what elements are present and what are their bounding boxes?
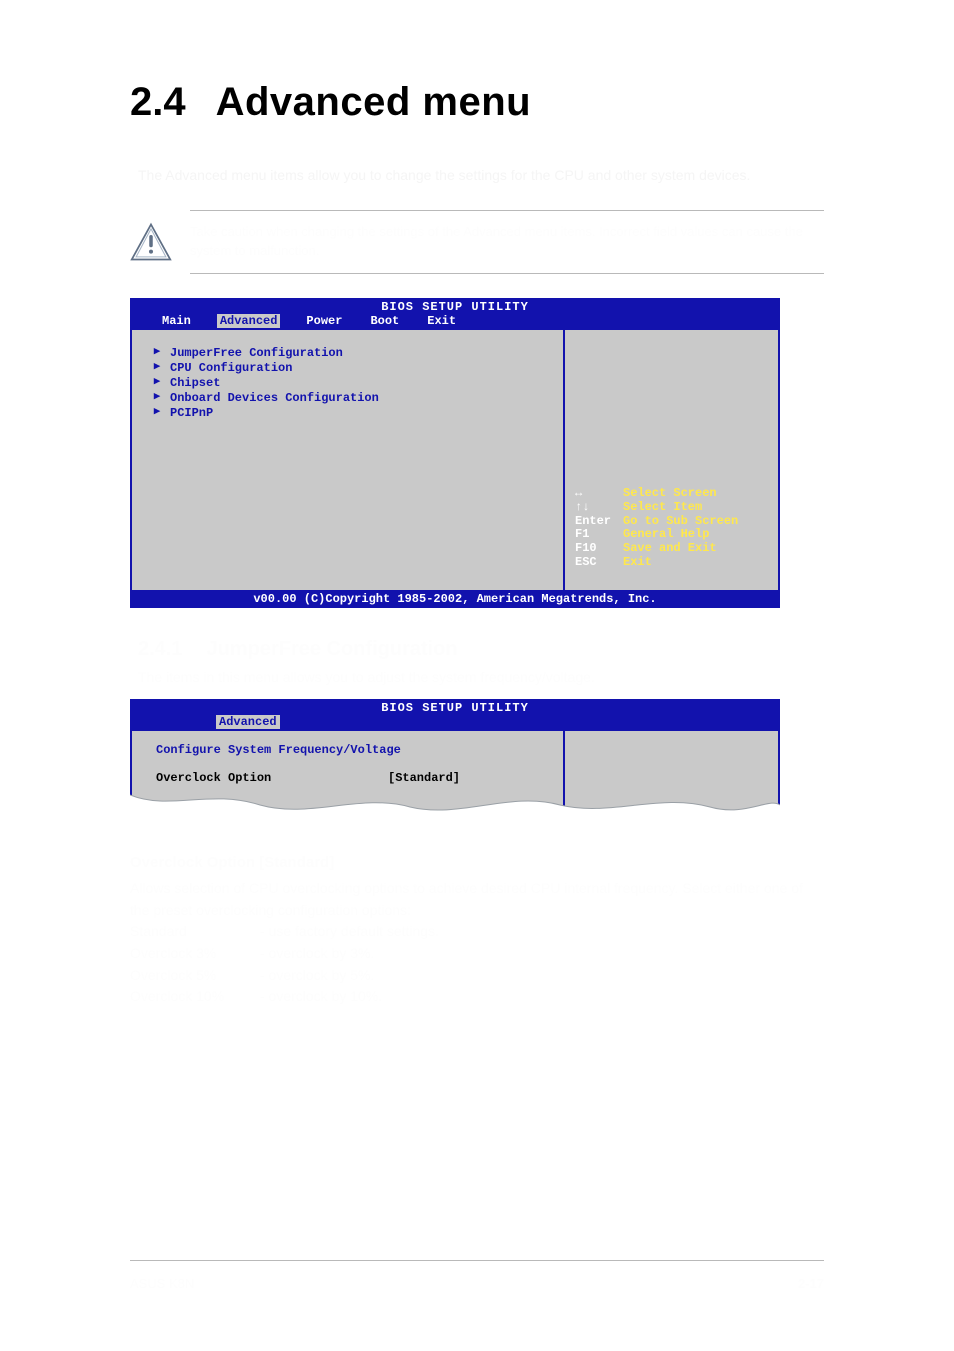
subsection-intro: The items in this menu allows you to adj…	[138, 669, 824, 685]
bios-right-panel	[563, 731, 778, 815]
option-row: Standard- use factory default settings.	[130, 921, 824, 943]
nav-row: ESCExit	[575, 556, 768, 570]
tab-power[interactable]: Power	[304, 314, 344, 328]
option-name: Standard	[130, 921, 260, 943]
nav-desc: Exit	[623, 556, 652, 570]
option-value: [Standard]	[388, 771, 460, 785]
option-text: - overclock by 5%.	[260, 967, 374, 983]
tab-advanced[interactable]: Advanced	[216, 715, 280, 729]
bios-screen-jumperfree: BIOS SETUP UTILITY Advanced Configure Sy…	[130, 699, 780, 815]
option-label: Overclock Option	[156, 771, 388, 785]
nav-row: F1General Help	[575, 528, 768, 542]
bios-left-panel: Configure System Frequency/Voltage Overc…	[132, 731, 563, 815]
bios-body: ▶ JumperFree Configuration ▶ CPU Configu…	[130, 330, 780, 590]
option-row[interactable]: Overclock Option [Standard]	[156, 771, 551, 785]
menu-item[interactable]: ▶ PCIPnP	[152, 406, 551, 421]
caution-text: Take caution when changing the settings …	[190, 210, 824, 274]
bios-copyright: v00.00 (C)Copyright 1985-2002, American …	[130, 590, 780, 608]
subsection-number: 2.4.1	[138, 638, 202, 661]
footer-page-number: 2-17	[798, 1276, 824, 1291]
warning-icon	[130, 221, 172, 263]
option-row: Overclock 10%- overclock by 10%.	[130, 986, 824, 1008]
bios-title: BIOS SETUP UTILITY	[130, 699, 780, 715]
footer-left: ASUS K8N	[130, 1276, 194, 1291]
option-text: - use factory default settings.	[260, 923, 439, 939]
menu-item[interactable]: ▶ Onboard Devices Configuration	[152, 391, 551, 406]
nav-key: F10	[575, 542, 623, 556]
menu-label: PCIPnP	[170, 406, 213, 421]
bios-title: BIOS SETUP UTILITY	[130, 298, 780, 314]
nav-desc: General Help	[623, 528, 709, 542]
panel-title: Configure System Frequency/Voltage	[156, 743, 551, 757]
option-row: Overclock 5%- overclock by 5%.	[130, 965, 824, 987]
menu-label: CPU Configuration	[170, 361, 292, 376]
tab-advanced[interactable]: Advanced	[217, 314, 281, 328]
submenu-arrow-icon: ▶	[152, 346, 162, 360]
section-heading: 2.4 Advanced menu	[130, 80, 824, 125]
menu-label: Onboard Devices Configuration	[170, 391, 379, 406]
subsection-title: JumperFree Configuration	[206, 638, 457, 660]
menu-item[interactable]: ▶ JumperFree Configuration	[152, 346, 551, 361]
menu-label: JumperFree Configuration	[170, 346, 343, 361]
tab-exit[interactable]: Exit	[425, 314, 458, 328]
nav-desc: Select Item	[623, 501, 702, 515]
nav-key: ↑↓	[575, 501, 623, 515]
nav-row: ↔Select Screen	[575, 487, 768, 501]
option-name: Overclock 3%	[130, 943, 260, 965]
menu-item[interactable]: ▶ CPU Configuration	[152, 361, 551, 376]
bios-menubar: Main Advanced Power Boot Exit	[130, 314, 780, 330]
nav-key: ↔	[575, 487, 623, 501]
option-heading: Overclock Option [Standard]	[130, 851, 824, 874]
nav-desc: Save and Exit	[623, 542, 717, 556]
subsection-heading: 2.4.1 JumperFree Configuration The items…	[138, 638, 824, 685]
caution-note: Take caution when changing the settings …	[130, 210, 824, 274]
option-desc-text: Allows selection of CPU overclocking opt…	[130, 878, 824, 921]
nav-desc: Select Screen	[623, 487, 717, 501]
tab-main[interactable]: Main	[160, 314, 193, 328]
nav-help: ↔Select Screen ↑↓Select Item EnterGo to …	[575, 487, 768, 570]
menu-item[interactable]: ▶ Chipset	[152, 376, 551, 391]
submenu-arrow-icon: ▶	[152, 406, 162, 420]
submenu-arrow-icon: ▶	[152, 376, 162, 390]
option-row: Overclock 3%- overclock by 3%.	[130, 943, 824, 965]
nav-desc: Go to Sub Screen	[623, 515, 738, 529]
bios-right-panel: ↔Select Screen ↑↓Select Item EnterGo to …	[563, 330, 778, 590]
tab-boot[interactable]: Boot	[368, 314, 401, 328]
option-description: Overclock Option [Standard] Allows selec…	[130, 851, 824, 1008]
bios-left-panel: ▶ JumperFree Configuration ▶ CPU Configu…	[132, 330, 563, 590]
nav-row: ↑↓Select Item	[575, 501, 768, 515]
footer-rule	[130, 1260, 824, 1261]
bios-body: Configure System Frequency/Voltage Overc…	[130, 731, 780, 815]
section-title: Advanced menu	[216, 80, 531, 125]
nav-key: Enter	[575, 515, 623, 529]
nav-row: EnterGo to Sub Screen	[575, 515, 768, 529]
nav-key: F1	[575, 528, 623, 542]
submenu-arrow-icon: ▶	[152, 391, 162, 405]
nav-key: ESC	[575, 556, 623, 570]
submenu-arrow-icon: ▶	[152, 361, 162, 375]
bios-menubar: Advanced	[130, 715, 780, 731]
nav-row: F10Save and Exit	[575, 542, 768, 556]
intro-paragraph: The Advanced menu items allow you to cha…	[138, 165, 824, 186]
section-number: 2.4	[130, 80, 186, 125]
option-text: - overclock by 10%.	[260, 988, 382, 1004]
option-name: Overclock 5%	[130, 965, 260, 987]
option-name: Overclock 10%	[130, 986, 260, 1008]
option-text: - overclock by 3%.	[260, 945, 374, 961]
menu-label: Chipset	[170, 376, 220, 391]
page-footer: ASUS K8N 2-17	[130, 1276, 824, 1291]
bios-screen-advanced: BIOS SETUP UTILITY Main Advanced Power B…	[130, 298, 780, 608]
